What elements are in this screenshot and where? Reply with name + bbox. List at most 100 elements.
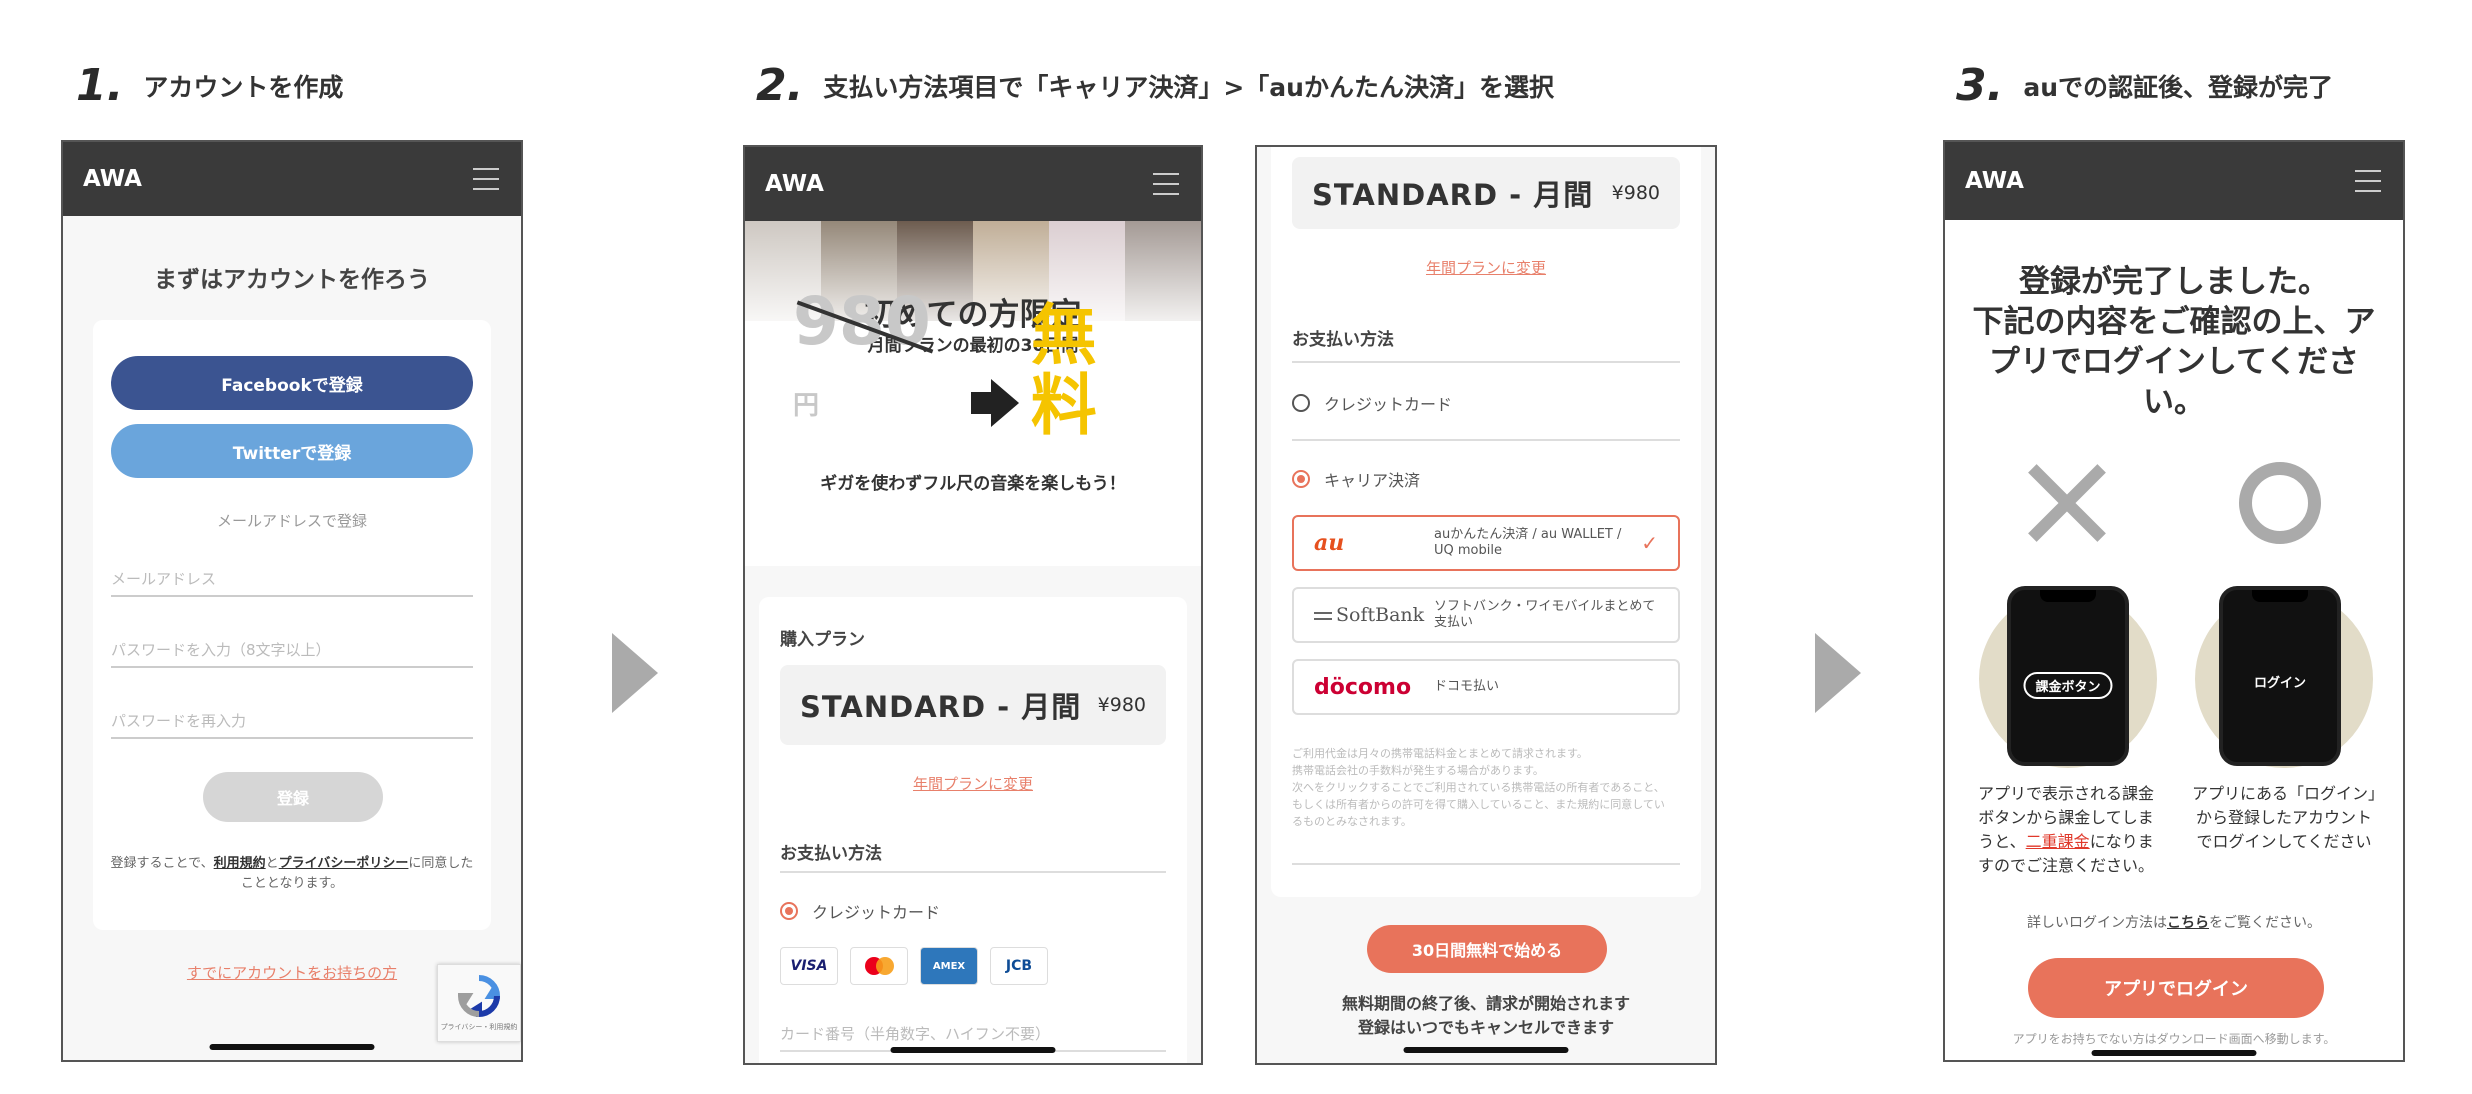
plan-price: ¥980 bbox=[1611, 182, 1660, 204]
softbank-option[interactable]: SoftBank ソフトバンク・ワイモバイルまとめて支払い bbox=[1292, 587, 1680, 643]
title-line: い。 bbox=[2143, 384, 2205, 420]
existing-account-link[interactable]: すでにアカウントをお持ちの方 bbox=[187, 964, 397, 982]
details-text: をご覧ください。 bbox=[2209, 915, 2321, 931]
recaptcha-icon bbox=[457, 975, 501, 1018]
menu-icon[interactable] bbox=[2355, 168, 2381, 194]
check-icon: ✓ bbox=[1641, 531, 1658, 555]
twitter-signup-button[interactable]: Twitterで登録 bbox=[111, 424, 473, 478]
fine-print-line: 携帯電話会社の手数料が発生する場合があります。 bbox=[1292, 764, 1544, 777]
option-label: キャリア決済 bbox=[1324, 471, 1421, 490]
app-logo[interactable]: AWA bbox=[83, 166, 142, 192]
step-1-heading: 1. アカウントを作成 bbox=[76, 60, 343, 111]
softbank-desc: ソフトバンク・ワイモバイルまとめて支払い bbox=[1434, 599, 1656, 630]
divider bbox=[1292, 863, 1680, 865]
step-title: 支払い方法項目で「キャリア決済」>「auかんたん決済」を選択 bbox=[823, 72, 1554, 102]
docomo-option[interactable]: döcomo ドコモ払い bbox=[1292, 659, 1680, 715]
password-confirm-field[interactable]: パスワードを再入力 bbox=[111, 710, 473, 739]
au-desc: auかんたん決済 / au WALLET / UQ mobile bbox=[1434, 527, 1622, 558]
menu-icon[interactable] bbox=[1153, 171, 1179, 197]
plan-label: 購入プラン bbox=[780, 630, 865, 650]
signup-screen: AWA まずはアカウントを作ろう Facebookで登録 Twitterで登録 … bbox=[61, 140, 523, 1062]
app-logo[interactable]: AWA bbox=[765, 171, 824, 197]
change-plan-link[interactable]: 年間プランに変更 bbox=[1426, 259, 1546, 277]
payment-label: お支払い方法 bbox=[780, 844, 882, 864]
credit-card-option[interactable]: クレジットカード bbox=[780, 899, 940, 923]
completion-title: 登録が完了しました。 下記の内容をご確認の上、ア プリでログインしてくださ い。 bbox=[1965, 262, 2383, 422]
details-text: 詳しいログイン方法は bbox=[2027, 915, 2167, 931]
recaptcha-badge[interactable]: プライバシー・利用規約 bbox=[437, 964, 521, 1042]
signup-card: Facebookで登録 Twitterで登録 メールアドレスで登録 メールアドレ… bbox=[93, 320, 491, 930]
divider bbox=[1292, 439, 1680, 441]
yen-unit: 円 bbox=[793, 391, 820, 421]
facebook-signup-button[interactable]: Facebookで登録 bbox=[111, 356, 473, 410]
complete-screen: AWA 登録が完了しました。 下記の内容をご確認の上、ア プリでログインしてくだ… bbox=[1943, 140, 2405, 1062]
step-number: 3. bbox=[1956, 60, 2004, 111]
email-divider: メールアドレスで登録 bbox=[216, 512, 367, 530]
right-explanation: アプリにある「ログイン」から登録したアカウントでログインしてください bbox=[2191, 784, 2376, 851]
privacy-link[interactable]: プライバシーポリシー bbox=[279, 856, 409, 871]
plan-name: STANDARD - 月間 bbox=[800, 690, 1082, 724]
credit-card-option[interactable]: クレジットカード bbox=[1292, 391, 1452, 415]
softbank-name: SoftBank bbox=[1336, 604, 1425, 626]
trial-note-line: 無料期間の終了後、請求が開始されます bbox=[1341, 994, 1630, 1013]
divider bbox=[780, 871, 1166, 873]
start-free-trial-button[interactable]: 30日間無料で始める bbox=[1367, 925, 1607, 973]
option-label: クレジットカード bbox=[812, 903, 941, 922]
fine-print-line: るものとみなされます。 bbox=[1292, 815, 1412, 828]
menu-icon[interactable] bbox=[473, 166, 499, 192]
visa-icon: VISA bbox=[780, 947, 838, 985]
page-title: まずはアカウントを作ろう bbox=[154, 267, 430, 293]
card-brands: VISA AMEX JCB bbox=[780, 947, 1048, 985]
app-header: AWA bbox=[63, 142, 521, 216]
cross-icon bbox=[2025, 462, 2107, 544]
docomo-desc: ドコモ払い bbox=[1434, 679, 1500, 694]
password-field[interactable]: パスワードを入力（8文字以上） bbox=[111, 639, 473, 668]
app-header: AWA bbox=[745, 147, 1201, 221]
double-charge-warning: 二重課金 bbox=[2025, 832, 2090, 851]
old-price: 980円 bbox=[793, 287, 955, 441]
radio-unselected-icon[interactable] bbox=[1292, 394, 1310, 412]
register-button[interactable]: 登録 bbox=[203, 772, 383, 822]
arrow-right-icon bbox=[970, 379, 1019, 427]
app-logo[interactable]: AWA bbox=[1965, 168, 2024, 194]
radio-selected-icon[interactable] bbox=[1292, 470, 1310, 488]
phone-icon: 課金ボタン bbox=[2007, 586, 2129, 766]
change-plan-row: 年間プランに変更 bbox=[745, 773, 1201, 794]
home-indicator bbox=[2091, 1050, 2257, 1056]
home-indicator bbox=[890, 1047, 1056, 1053]
terms-link[interactable]: 利用規約 bbox=[214, 856, 266, 871]
fine-print: ご利用代金は月々の携帯電話料金とまとめて請求されます。 携帯電話会社の手数料が発… bbox=[1292, 745, 1680, 830]
docomo-logo: döcomo bbox=[1314, 674, 1412, 700]
footer-note: アプリをお持ちでない方はダウンロード画面へ移動します。 bbox=[2012, 1032, 2336, 1046]
title-line: 下記の内容をご確認の上、ア bbox=[1972, 304, 2376, 340]
amex-icon: AMEX bbox=[920, 947, 978, 985]
wrong-explanation: アプリで表示される課金ボタンから課金してしまうと、二重課金になりますのでご注意く… bbox=[1971, 782, 2161, 878]
step-title: auでの認証後、登録が完了 bbox=[2023, 72, 2334, 102]
step-title: アカウントを作成 bbox=[143, 72, 344, 102]
step-3-heading: 3. auでの認証後、登録が完了 bbox=[1956, 60, 2333, 111]
email-field[interactable]: メールアドレス bbox=[111, 568, 473, 597]
terms-text: 登録することで、 bbox=[110, 856, 214, 871]
terms-notice: 登録することで、利用規約とプライバシーポリシーに同意したこととなります。 bbox=[107, 854, 477, 894]
softbank-logo: SoftBank bbox=[1314, 604, 1434, 626]
app-login-button[interactable]: アプリでログイン bbox=[2028, 958, 2324, 1018]
softbank-icon bbox=[1314, 612, 1332, 620]
radio-selected-icon[interactable] bbox=[780, 902, 798, 920]
promo-banner: 初めての方限定 月間プランの最初の30日間 980円 無料 ギガを使わずフル尺の… bbox=[745, 221, 1201, 566]
au-option[interactable]: au auかんたん決済 / au WALLET / UQ mobile ✓ bbox=[1292, 515, 1680, 571]
fine-print-line: もしくは所有者からの許可を得て購入していること、また規約に同意してい bbox=[1292, 798, 1665, 811]
free-label: 無料 bbox=[1030, 297, 1097, 444]
promo-tagline: ギガを使わずフル尺の音楽を楽しもう！ bbox=[820, 474, 1126, 494]
fine-print-line: 次へをクリックすることでご利用されている携帯電話の所有者であること、 bbox=[1292, 781, 1665, 794]
phone-icon: ログイン bbox=[2219, 586, 2341, 766]
arrow-right-icon bbox=[1815, 633, 1861, 713]
plan-box: STANDARD - 月間 ¥980 bbox=[1292, 157, 1680, 229]
details-link[interactable]: こちら bbox=[2167, 915, 2209, 931]
title-line: 登録が完了しました。 bbox=[2019, 264, 2329, 300]
purchase-button-label: 課金ボタン bbox=[2023, 672, 2113, 699]
change-plan-link[interactable]: 年間プランに変更 bbox=[913, 775, 1033, 793]
circle-ok-icon bbox=[2239, 462, 2321, 544]
carrier-payment-option[interactable]: キャリア決済 bbox=[1292, 467, 1420, 491]
home-indicator bbox=[1403, 1047, 1569, 1053]
step-2-heading: 2. 支払い方法項目で「キャリア決済」>「auかんたん決済」を選択 bbox=[756, 60, 1554, 111]
